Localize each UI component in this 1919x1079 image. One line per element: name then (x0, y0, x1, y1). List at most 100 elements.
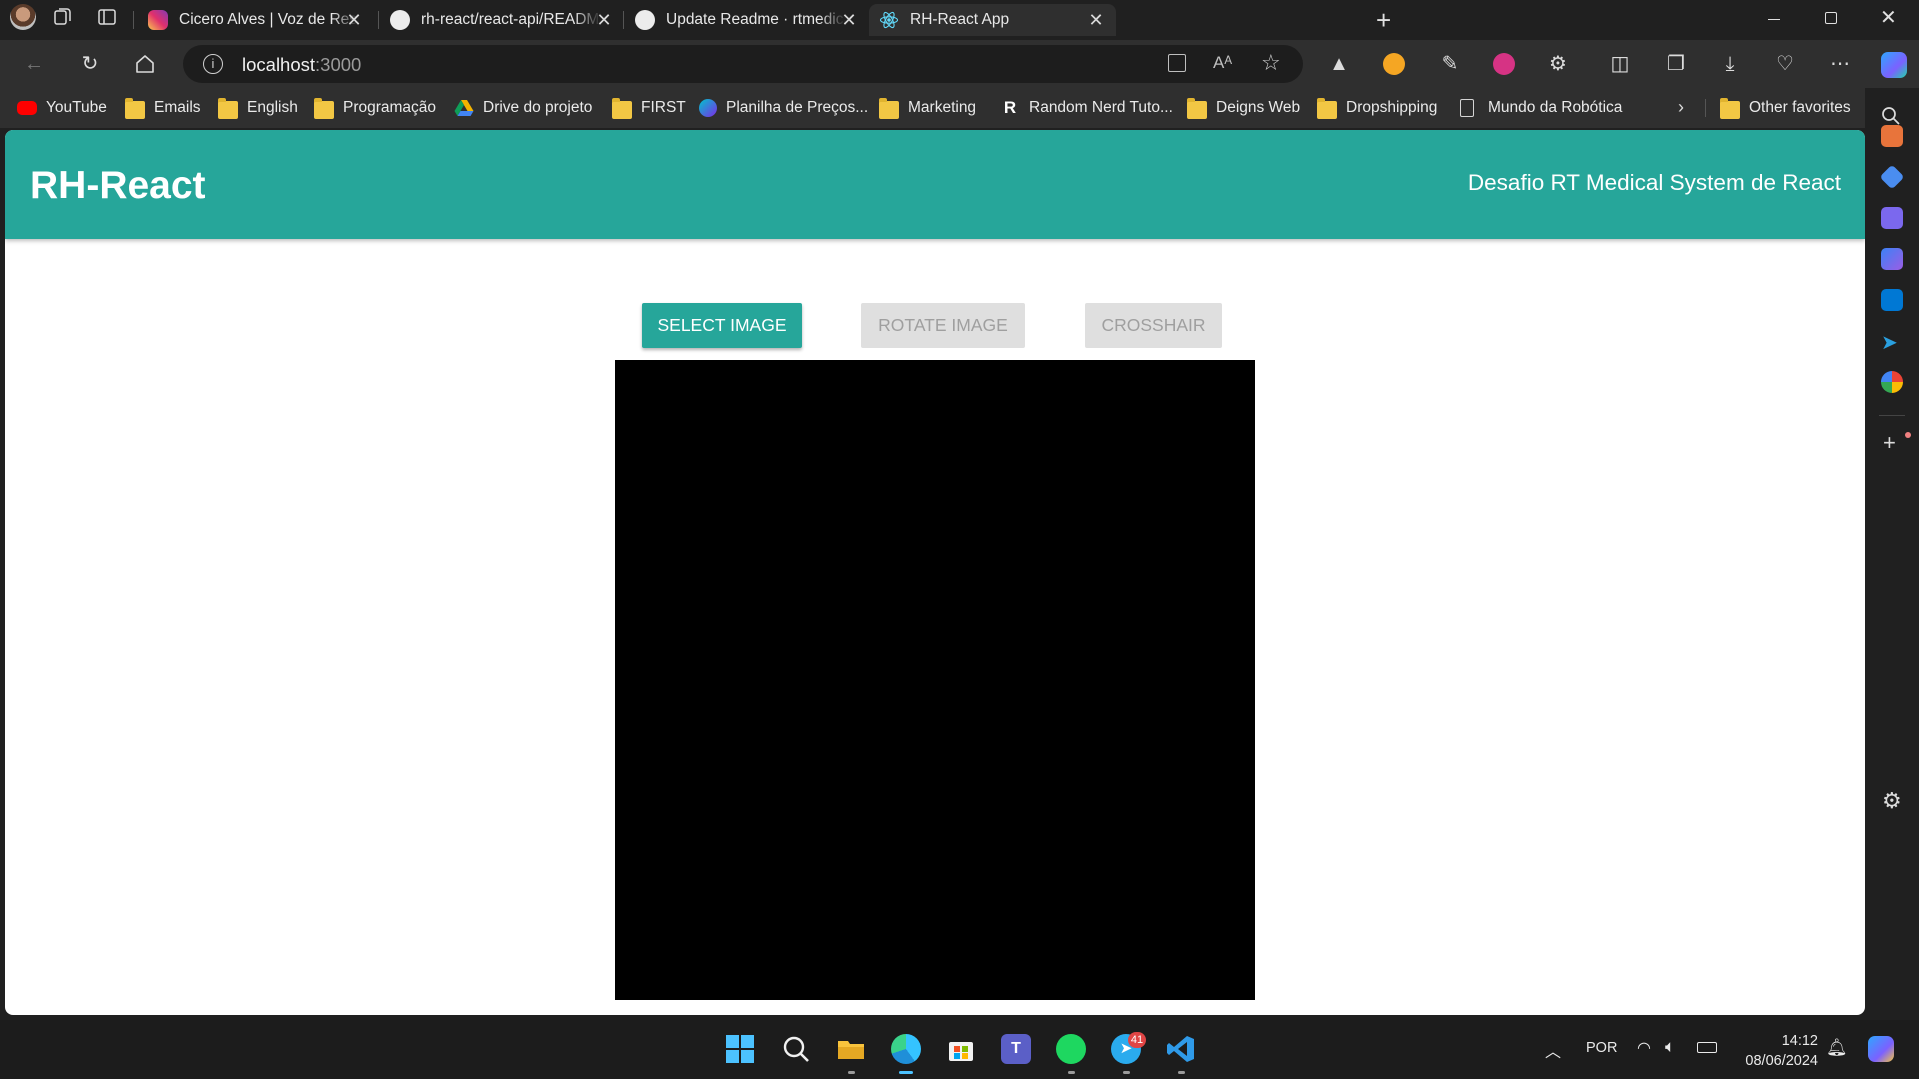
favorites-bar: YouTube Emails English Programação Drive… (0, 88, 1919, 128)
browser-essentials-icon[interactable]: ♡ (1771, 50, 1799, 78)
clock-date: 08/06/2024 (1745, 1053, 1818, 1069)
youtube-icon (17, 101, 37, 115)
tab-title: Cicero Alves | Voz de Respeito (@ (179, 11, 359, 28)
image-canvas[interactable] (615, 360, 1255, 1000)
tab-title: Update Readme · rtmedical/vaga (666, 11, 846, 28)
workspaces-icon[interactable] (52, 6, 74, 28)
favorite-programacao[interactable]: Programação (314, 97, 436, 119)
r-logo-icon: R (1003, 98, 1017, 117)
github-icon (635, 10, 655, 30)
favorite-youtube[interactable]: YouTube (17, 97, 107, 119)
new-tab-icon[interactable]: + (1376, 7, 1391, 33)
sidebar-copilot-icon[interactable] (1881, 248, 1903, 270)
taskbar-search-icon[interactable] (781, 1034, 811, 1064)
page-icon (1460, 99, 1474, 117)
favorite-deigns-web[interactable]: Deigns Web (1187, 97, 1300, 119)
close-tab-icon[interactable]: ✕ (839, 10, 859, 30)
favorite-random-nerd-tutorials[interactable]: R Random Nerd Tuto... (1000, 97, 1173, 119)
rotate-image-button: Rotate Image (861, 303, 1025, 348)
site-info-icon[interactable]: i (203, 54, 223, 74)
refresh-icon[interactable]: ↻ (76, 50, 104, 78)
split-screen-icon[interactable]: ◫ (1606, 50, 1634, 78)
more-options-icon[interactable]: ⋯ (1826, 50, 1854, 78)
favorite-english[interactable]: English (218, 97, 298, 119)
windows-taskbar: T ➤ 41 ︿ POR ◠ 🔈︎ 14:12 08/06/2024 🔔︎ (0, 1020, 1919, 1079)
microsoft-store-icon[interactable] (946, 1034, 976, 1064)
sidebar-search-icon[interactable] (1880, 105, 1902, 127)
close-tab-icon[interactable]: ✕ (594, 10, 614, 30)
volume-icon[interactable]: 🔈︎ (1665, 1037, 1675, 1057)
browser-tab-strip: Cicero Alves | Voz de Respeito (@ ✕ rh-r… (0, 0, 1919, 40)
teams-icon[interactable]: T (1001, 1034, 1031, 1064)
close-tab-icon[interactable]: ✕ (344, 10, 364, 30)
favorite-mundo-da-robotica[interactable]: Mundo da Robótica (1460, 97, 1622, 119)
favorite-drive-do-projeto[interactable]: Drive do projeto (454, 97, 592, 119)
page-viewport: RH-React Desafio RT Medical System de Re… (5, 130, 1865, 1015)
profile-avatar[interactable] (10, 4, 36, 30)
url-text: localhost:3000 (242, 54, 362, 75)
crosshair-button: Crosshair (1085, 303, 1222, 348)
close-tab-icon[interactable]: ✕ (1086, 10, 1106, 30)
sidebar-shopping-icon[interactable] (1879, 164, 1905, 190)
tab-rh-react-app[interactable]: RH-React App ✕ (869, 4, 1116, 36)
folder-icon (218, 97, 238, 119)
favorite-planilha-de-precos[interactable]: Planilha de Preços... (699, 97, 868, 119)
wifi-icon[interactable]: ◠ (1637, 1038, 1651, 1058)
app-title[interactable]: RH-React (30, 164, 206, 208)
favorite-star-icon[interactable]: ☆ (1261, 50, 1281, 76)
clock-time: 14:12 (1781, 1033, 1818, 1049)
sidebar-tools-icon[interactable] (1881, 125, 1903, 147)
vscode-icon[interactable] (1166, 1034, 1196, 1064)
input-language[interactable]: POR (1586, 1040, 1617, 1056)
more-favorites-chevron-icon[interactable]: › (1678, 97, 1684, 118)
clock[interactable]: 14:12 08/06/2024 (1738, 1031, 1818, 1071)
folder-icon (125, 97, 145, 119)
sidebar-games-icon[interactable] (1881, 207, 1903, 229)
google-drive-icon (454, 99, 474, 117)
extension-stop-icon[interactable] (1493, 53, 1515, 75)
tab-instagram[interactable]: Cicero Alves | Voz de Respeito (@ ✕ (138, 4, 374, 36)
extension-search-icon[interactable] (1383, 53, 1405, 75)
app-available-icon[interactable] (1168, 54, 1186, 72)
collections-icon[interactable]: ❐ (1662, 50, 1690, 78)
extension-mountain-icon[interactable]: ▲ (1325, 50, 1353, 78)
sidebar-outlook-icon[interactable] (1881, 289, 1903, 311)
downloads-icon[interactable]: ⤓ (1716, 50, 1744, 78)
browser-toolbar: ← ↻ i localhost:3000 Aᴬ ☆ ▲ ✎ ⚙ ◫ ❐ ⤓ ♡ … (0, 40, 1919, 88)
sidebar-telegram-icon[interactable]: ➤ (1881, 330, 1903, 354)
vertical-tabs-icon[interactable] (96, 6, 118, 28)
color-picker-icon[interactable]: ✎ (1436, 50, 1464, 78)
favorite-dropshipping[interactable]: Dropshipping (1317, 97, 1437, 119)
sidebar-add-icon[interactable]: + (1883, 430, 1896, 456)
folder-icon (879, 97, 899, 119)
address-bar[interactable]: i localhost:3000 Aᴬ ☆ (183, 45, 1303, 83)
home-icon[interactable] (131, 50, 159, 78)
extensions-puzzle-icon[interactable]: ⚙ (1544, 50, 1572, 78)
tray-overflow-chevron-icon[interactable]: ︿ (1545, 1038, 1561, 1062)
edge-browser-icon[interactable] (891, 1034, 921, 1064)
file-explorer-icon[interactable] (836, 1034, 866, 1064)
edge-sidebar: ➤ + ⚙ (1865, 88, 1919, 1020)
minimize-window-icon[interactable] (1768, 19, 1780, 20)
favorite-emails[interactable]: Emails (125, 97, 201, 119)
spotify-icon[interactable] (1056, 1034, 1086, 1064)
read-aloud-icon[interactable]: Aᴬ (1213, 53, 1232, 73)
battery-icon[interactable] (1697, 1042, 1717, 1053)
favorite-marketing[interactable]: Marketing (879, 97, 976, 119)
folder-icon (1187, 97, 1207, 119)
canva-icon (699, 99, 717, 117)
copilot-taskbar-icon[interactable] (1868, 1036, 1894, 1062)
other-favorites[interactable]: Other favorites (1720, 97, 1851, 119)
favorite-first[interactable]: FIRST (612, 97, 686, 119)
copilot-icon[interactable] (1881, 52, 1907, 78)
tab-github-readme[interactable]: rh-react/react-api/README.md a ✕ (380, 4, 624, 36)
sidebar-google-icon[interactable] (1881, 371, 1903, 393)
back-icon[interactable]: ← (20, 50, 48, 78)
windows-start-icon[interactable] (725, 1034, 755, 1064)
select-image-button[interactable]: Select Image (642, 303, 802, 348)
tab-github-update[interactable]: Update Readme · rtmedical/vaga ✕ (625, 4, 869, 36)
close-window-icon[interactable]: ✕ (1880, 5, 1897, 30)
notifications-bell-icon[interactable]: 🔔︎ (1826, 1038, 1848, 1058)
sidebar-settings-icon[interactable]: ⚙ (1882, 788, 1902, 814)
restore-window-icon[interactable] (1825, 12, 1837, 24)
